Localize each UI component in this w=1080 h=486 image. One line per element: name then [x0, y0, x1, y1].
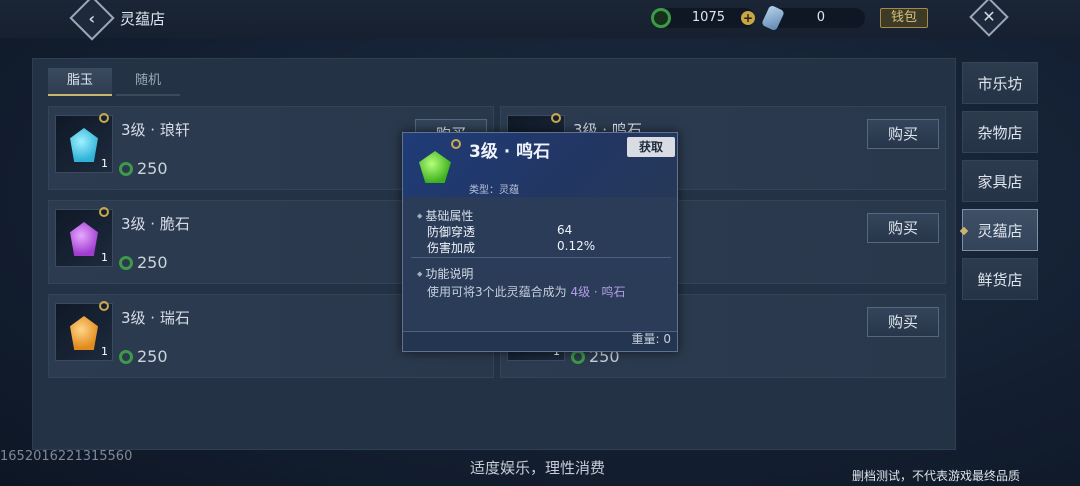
sidebar-item-fresh-store[interactable]: 鲜货店 [962, 258, 1038, 300]
category-tabs: 脂玉 随机 [48, 68, 184, 96]
item-name: 3级 · 瑞石 [121, 309, 190, 327]
attr-value: 64 [557, 223, 573, 237]
tab-jade[interactable]: 脂玉 [48, 68, 112, 96]
link-icon [99, 207, 109, 217]
link-icon [451, 139, 461, 149]
gem-purple-icon [70, 222, 98, 256]
sidebar-item-market[interactable]: 市乐坊 [962, 62, 1038, 104]
jade-amount: 1075 [691, 10, 725, 25]
item-price: 250 [119, 159, 168, 178]
jade-coin-icon [119, 161, 133, 176]
crystal-currency: 0 [761, 4, 865, 32]
attr-row: 防御穿透 64 [427, 223, 572, 240]
link-icon [551, 113, 561, 123]
top-bar: ‹ 灵蕴店 1075 + 0 钱包 ✕ [0, 0, 1080, 41]
jade-coin-icon [651, 8, 671, 28]
back-arrow-icon: ‹ [88, 8, 96, 28]
back-button[interactable]: ‹ [69, 0, 115, 41]
jade-coin-icon [119, 349, 133, 364]
link-icon [99, 113, 109, 123]
buy-button[interactable]: 购买 [867, 213, 939, 243]
jade-currency: 1075 [651, 8, 755, 28]
item-thumbnail: 1 [55, 209, 113, 267]
attr-section-title: 基础属性 [417, 207, 473, 224]
crystal-icon [761, 4, 785, 32]
crystal-amount: 0 [816, 10, 825, 25]
synthesis-target: 4级 · 鸣石 [570, 285, 626, 299]
jade-coin-icon [119, 255, 133, 270]
divider [411, 257, 671, 258]
close-button[interactable]: ✕ [969, 0, 1009, 37]
close-x-icon: ✕ [982, 7, 996, 26]
link-icon [99, 301, 109, 311]
attr-label: 防御穿透 [427, 225, 476, 239]
item-weight: 重量: 0 [631, 332, 672, 346]
item-type: 类型：灵蕴 [469, 185, 519, 196]
func-section-title: 功能说明 [417, 265, 473, 282]
wallet-button[interactable]: 钱包 [880, 8, 928, 28]
gem-cyan-icon [70, 128, 98, 162]
item-quantity: 1 [101, 251, 108, 264]
popup-title: 3级 · 鸣石 [469, 142, 551, 162]
shop-sidebar: 市乐坊 杂物店 家具店 灵蕴店 鲜货店 [962, 62, 1042, 307]
item-thumbnail: 1 [55, 303, 113, 361]
attr-label: 伤害加成 [427, 241, 476, 255]
item-price: 250 [119, 347, 168, 366]
health-slogan: 适度娱乐，理性消费 [470, 459, 606, 477]
buy-button[interactable]: 购买 [867, 119, 939, 149]
price-value: 250 [137, 159, 168, 178]
item-name: 3级 · 琅轩 [121, 121, 190, 139]
price-value: 250 [137, 253, 168, 272]
test-disclaimer: 删档测试，不代表游戏最终品质 [852, 469, 1021, 483]
item-quantity: 1 [101, 157, 108, 170]
attr-row: 伤害加成 0.12% [427, 239, 595, 256]
attr-value: 0.12% [557, 239, 596, 253]
buy-button[interactable]: 购买 [867, 307, 939, 337]
gem-orange-icon [70, 316, 98, 350]
tab-random[interactable]: 随机 [116, 68, 180, 96]
item-thumbnail: 1 [55, 115, 113, 173]
build-id: 1652016221315560 [0, 449, 133, 464]
item-name: 3级 · 脆石 [121, 215, 190, 233]
get-button[interactable]: 获取 [627, 137, 675, 157]
item-price: 250 [119, 253, 168, 272]
sidebar-item-spirit-store[interactable]: 灵蕴店 [962, 209, 1038, 251]
item-description: 使用可将3个此灵蕴合成为 4级 · 鸣石 [427, 285, 626, 299]
price-value: 250 [137, 347, 168, 366]
sidebar-item-furniture-store[interactable]: 家具店 [962, 160, 1038, 202]
page-title: 灵蕴店 [120, 10, 166, 28]
item-detail-popup: 3级 · 鸣石 获取 类型：灵蕴 基础属性 防御穿透 64 伤害加成 0.12%… [402, 132, 678, 352]
sidebar-item-general-store[interactable]: 杂物店 [962, 111, 1038, 153]
add-currency-icon[interactable]: + [741, 11, 755, 25]
item-quantity: 1 [101, 345, 108, 358]
